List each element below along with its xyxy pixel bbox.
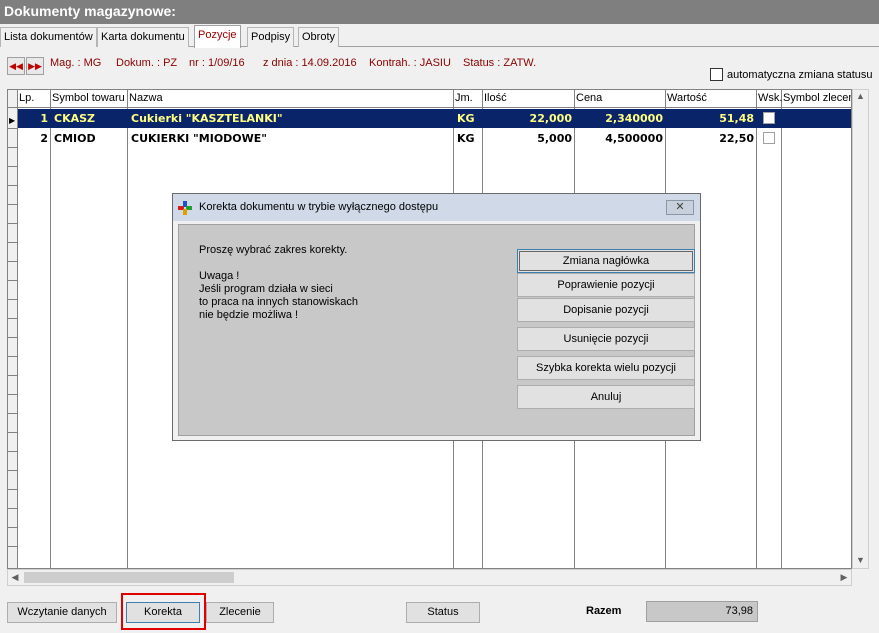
row2-nazwa: CUKIERKI "MIODOWE"	[131, 132, 268, 145]
korekta-highlight-box	[121, 593, 206, 630]
row1-cena: 2,340000	[605, 112, 663, 125]
dialog-close-button[interactable]: ✕	[666, 200, 694, 215]
row2-ilosc: 5,000	[537, 132, 572, 145]
dialog-warning-title: Uwaga !	[199, 270, 240, 282]
scroll-up-icon[interactable]: ▲	[853, 91, 868, 101]
dialog-warning-line2: to praca na innych stanowiskach	[199, 296, 358, 308]
row2-wartosc: 22,50	[719, 132, 754, 145]
row1-wartosc: 51,48	[719, 112, 754, 125]
header-dokum: Dokum. : PZ	[116, 57, 178, 69]
row2-cena: 4,500000	[605, 132, 663, 145]
header-nr: nr : 1/09/16	[189, 57, 245, 69]
row2-jm: KG	[457, 132, 475, 145]
window-title: Dokumenty magazynowe:	[0, 0, 879, 24]
rewind-icon: ◀◀	[9, 61, 23, 71]
col-header-symbol[interactable]: Symbol towaru	[52, 92, 125, 104]
tab-obroty[interactable]: Obroty	[298, 27, 340, 47]
auto-status-checkbox[interactable]	[710, 68, 723, 81]
row2-symbol: CMIOD	[54, 132, 96, 145]
header-mag: Mag. : MG	[50, 57, 102, 69]
tab-bar: Lista dokumentów Karta dokumentu Pozycje…	[0, 25, 879, 48]
tab-lista-dokumentow[interactable]: Lista dokumentów	[0, 27, 97, 47]
col-header-nazwa[interactable]: Nazwa	[129, 92, 163, 104]
dialog-titlebar[interactable]: Korekta dokumentu w trybie wyłącznego do…	[173, 194, 700, 221]
horizontal-scroll-thumb[interactable]	[24, 572, 234, 583]
dopisanie-pozycji-button[interactable]: Dopisanie pozycji	[517, 298, 695, 322]
wczytanie-danych-button[interactable]: Wczytanie danych	[7, 602, 117, 623]
dialog-title: Korekta dokumentu w trybie wyłącznego do…	[199, 201, 439, 213]
row1-nazwa: Cukierki "KASZTELANKI"	[131, 112, 283, 125]
header-status: Status : ZATW.	[463, 57, 537, 69]
dialog-warning-line3: nie będzie możliwa !	[199, 309, 299, 321]
zmiana-naglowka-button[interactable]: Zmiana nagłówka	[517, 249, 695, 273]
status-button[interactable]: Status	[406, 602, 480, 623]
anuluj-button[interactable]: Anuluj	[517, 385, 695, 409]
tab-karta-dokumentu[interactable]: Karta dokumentu	[97, 27, 189, 47]
usuniecie-pozycji-button[interactable]: Usunięcie pozycji	[517, 327, 695, 351]
poprawienie-pozycji-button[interactable]: Poprawienie pozycji	[517, 273, 695, 297]
row1-lp: 1	[40, 112, 48, 125]
tab-podpisy[interactable]: Podpisy	[247, 27, 295, 47]
app-icon	[178, 201, 192, 215]
col-header-cena[interactable]: Cena	[576, 92, 602, 104]
row1-symbol: CKASZ	[54, 112, 96, 125]
col-header-jm[interactable]: Jm.	[455, 92, 473, 104]
korekta-dialog: Korekta dokumentu w trybie wyłącznego do…	[172, 193, 701, 441]
auto-status-label: automatyczna zmiana statusu	[727, 69, 873, 81]
col-header-wartosc[interactable]: Wartość	[667, 92, 707, 104]
szybka-korekta-button[interactable]: Szybka korekta wielu pozycji	[517, 356, 695, 380]
dialog-warning-line1: Jeśli program działa w sieci	[199, 283, 333, 295]
scroll-right-icon[interactable]: ▶	[838, 572, 850, 583]
col-header-ilosc[interactable]: Ilość	[484, 92, 507, 104]
row-indicator-column: ▶	[8, 90, 18, 568]
col-header-symbol-zlecenia[interactable]: Symbol zlecen	[783, 92, 851, 104]
tab-pozycje[interactable]: Pozycje	[194, 25, 241, 48]
vertical-scrollbar[interactable]: ▲ ▼	[852, 89, 869, 569]
scroll-left-icon[interactable]: ◀	[9, 572, 21, 583]
prev-document-button[interactable]: ◀◀	[7, 57, 25, 75]
scroll-down-icon[interactable]: ▼	[853, 555, 868, 565]
row1-wsk-checkbox[interactable]	[763, 112, 775, 124]
header-date: z dnia : 14.09.2016	[263, 57, 357, 69]
dialog-body: Proszę wybrać zakres korekty. Uwaga ! Je…	[178, 224, 695, 436]
razem-label: Razem	[586, 605, 622, 617]
horizontal-scrollbar[interactable]: ◀ ▶	[7, 569, 852, 586]
row2-wsk-checkbox[interactable]	[763, 132, 775, 144]
col-header-wsk[interactable]: Wsk.	[758, 92, 782, 104]
row1-jm: KG	[457, 112, 475, 125]
col-header-lp[interactable]: Lp.	[19, 92, 34, 104]
razem-value: 73,98	[646, 601, 758, 622]
current-row-arrow-icon: ▶	[9, 116, 16, 125]
close-icon: ✕	[675, 201, 685, 213]
dialog-prompt: Proszę wybrać zakres korekty.	[199, 244, 348, 256]
row2-lp: 2	[40, 132, 48, 145]
next-document-button[interactable]: ▶▶	[26, 57, 44, 75]
fast-forward-icon: ▶▶	[28, 61, 42, 71]
header-kontrah: Kontrah. : JASIU	[369, 57, 451, 69]
row1-ilosc: 22,000	[529, 112, 572, 125]
zlecenie-button[interactable]: Zlecenie	[206, 602, 274, 623]
